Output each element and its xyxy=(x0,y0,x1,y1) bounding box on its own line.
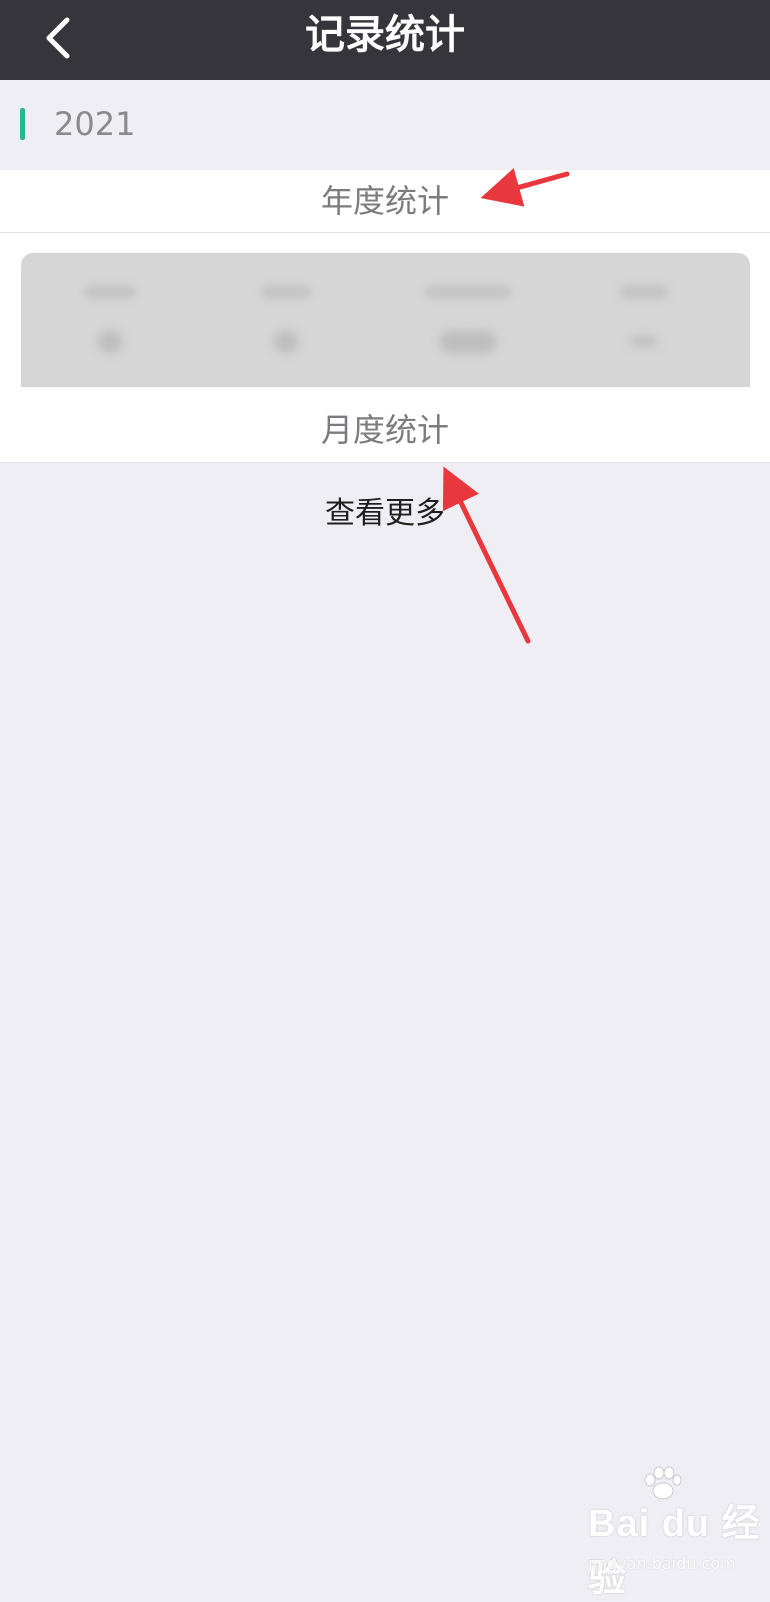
blurred-stat-value xyxy=(98,331,122,353)
watermark-logo: Bai du 经验 xyxy=(588,1503,761,1600)
view-more-link[interactable]: 查看更多 xyxy=(0,492,770,536)
watermark-url: jingyan.baidu.com xyxy=(588,1554,736,1573)
blurred-stat-value xyxy=(274,331,298,353)
blurred-stat-cell xyxy=(35,253,185,387)
blurred-stat-cell xyxy=(393,253,543,387)
annual-stats-heading[interactable]: 年度统计 xyxy=(0,170,770,233)
top-bar: 记录统计 xyxy=(0,0,770,80)
monthly-stats-heading[interactable]: 月度统计 xyxy=(0,398,770,463)
blurred-stat-cell xyxy=(211,253,361,387)
blurred-stat-label xyxy=(425,285,511,299)
blurred-stat-label xyxy=(261,285,311,299)
blurred-stat-label xyxy=(84,285,136,299)
blurred-stats-card xyxy=(21,253,750,387)
annual-stats-card-area xyxy=(0,233,770,398)
page-title: 记录统计 xyxy=(305,12,465,58)
blurred-stat-label xyxy=(619,285,669,299)
blurred-stat-value xyxy=(440,331,496,353)
blurred-stat-cell xyxy=(569,253,719,387)
blurred-stat-value xyxy=(630,337,658,347)
year-header: 2021 xyxy=(0,80,770,170)
year-accent-bar xyxy=(20,108,25,140)
baidu-jingyan-watermark: Bai du 经验 jingyan.baidu.com xyxy=(588,1466,764,1600)
year-label: 2021 xyxy=(54,105,136,143)
